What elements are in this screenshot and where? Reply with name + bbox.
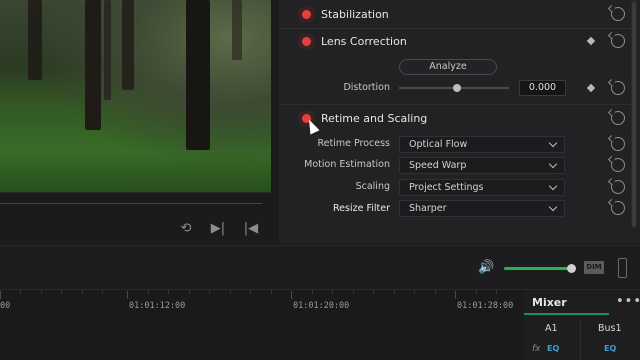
inspector-panel: Stabilization Lens Correction Analyze Di… <box>279 0 640 243</box>
timecode-label: 01:01:20:00 <box>293 301 350 311</box>
mixer-tab-indicator <box>524 313 609 315</box>
motion-estimation-dropdown[interactable]: Speed Warp <box>399 157 565 174</box>
chevron-down-icon <box>548 138 558 148</box>
section-title-retime-scaling[interactable]: Retime and Scaling <box>321 112 427 125</box>
speaker-icon[interactable]: 🔊 <box>478 260 496 276</box>
motion-estimation-label: Motion Estimation <box>304 159 390 170</box>
distortion-slider-knob[interactable] <box>453 84 461 92</box>
more-options-icon[interactable]: ••• <box>616 294 640 309</box>
resize-filter-reset-icon[interactable] <box>611 201 625 215</box>
timecode-label: 01:01:12:00 <box>129 301 186 311</box>
last-frame-icon[interactable]: |◀ <box>241 219 261 239</box>
retime-process-label: Retime Process <box>317 138 390 149</box>
keyframe-icon[interactable] <box>586 36 596 46</box>
retime-reset-icon[interactable] <box>611 111 625 125</box>
eq-icon[interactable]: EQ <box>547 344 559 353</box>
lens-correction-enable-toggle[interactable] <box>302 37 311 46</box>
fx-icon[interactable]: fx <box>532 344 541 354</box>
resolve-window: ⟲ ▶| |◀ Stabilization Lens Correction An… <box>0 0 640 360</box>
meter-icon <box>618 258 627 278</box>
retime-process-dropdown[interactable]: Optical Flow <box>399 136 565 153</box>
lens-correction-reset-icon[interactable] <box>611 34 625 48</box>
section-title-lens-correction[interactable]: Lens Correction <box>321 35 407 48</box>
distortion-value-field[interactable]: 0.000 <box>519 80 566 96</box>
resize-filter-label: Resize Filter <box>333 203 390 214</box>
video-viewer <box>0 0 271 192</box>
next-frame-icon[interactable]: ▶| <box>208 219 228 239</box>
channel-label-a1: A1 <box>545 323 558 334</box>
resize-filter-dropdown[interactable]: Sharper <box>399 200 565 217</box>
motion-estimation-reset-icon[interactable] <box>611 158 625 172</box>
scrubber-track[interactable] <box>0 203 262 204</box>
inspector-scrollbar[interactable] <box>631 0 637 228</box>
timecode-label: 00 <box>0 301 11 311</box>
motion-estimation-value: Speed Warp <box>409 160 467 171</box>
distortion-label: Distortion <box>343 82 390 93</box>
scaling-label: Scaling <box>355 181 390 192</box>
chevron-down-icon <box>548 181 558 191</box>
analyze-button[interactable]: Analyze <box>399 59 497 75</box>
timecode-label: 01:01:28:00 <box>457 301 514 311</box>
audio-control-bar: 🔊 DIM <box>0 245 640 290</box>
channel-label-bus1: Bus1 <box>598 323 622 334</box>
mixer-title[interactable]: Mixer <box>532 296 567 309</box>
timeline-ruler[interactable]: 00 01:01:12:00 01:01:20:00 01:01:28:00 <box>0 291 522 360</box>
volume-slider[interactable] <box>504 267 570 270</box>
stabilization-enable-toggle[interactable] <box>302 10 311 19</box>
stabilization-reset-icon[interactable] <box>611 7 625 21</box>
eq-icon[interactable]: EQ <box>604 344 616 353</box>
scaling-dropdown[interactable]: Project Settings <box>399 179 565 196</box>
distortion-reset-icon[interactable] <box>611 81 625 95</box>
dim-button[interactable]: DIM <box>584 261 604 274</box>
retime-process-reset-icon[interactable] <box>611 137 625 151</box>
scaling-reset-icon[interactable] <box>611 180 625 194</box>
retime-process-value: Optical Flow <box>409 139 468 150</box>
chevron-down-icon <box>548 202 558 212</box>
chevron-down-icon <box>548 159 558 169</box>
resize-filter-value: Sharper <box>409 203 447 214</box>
loop-icon[interactable]: ⟲ <box>176 219 196 239</box>
section-title-stabilization[interactable]: Stabilization <box>321 8 389 21</box>
volume-slider-knob[interactable] <box>567 264 576 273</box>
keyframe-icon[interactable] <box>586 83 596 93</box>
mixer-panel: Mixer ••• A1 Bus1 fx EQ EQ <box>524 291 640 360</box>
scaling-value: Project Settings <box>409 182 484 193</box>
